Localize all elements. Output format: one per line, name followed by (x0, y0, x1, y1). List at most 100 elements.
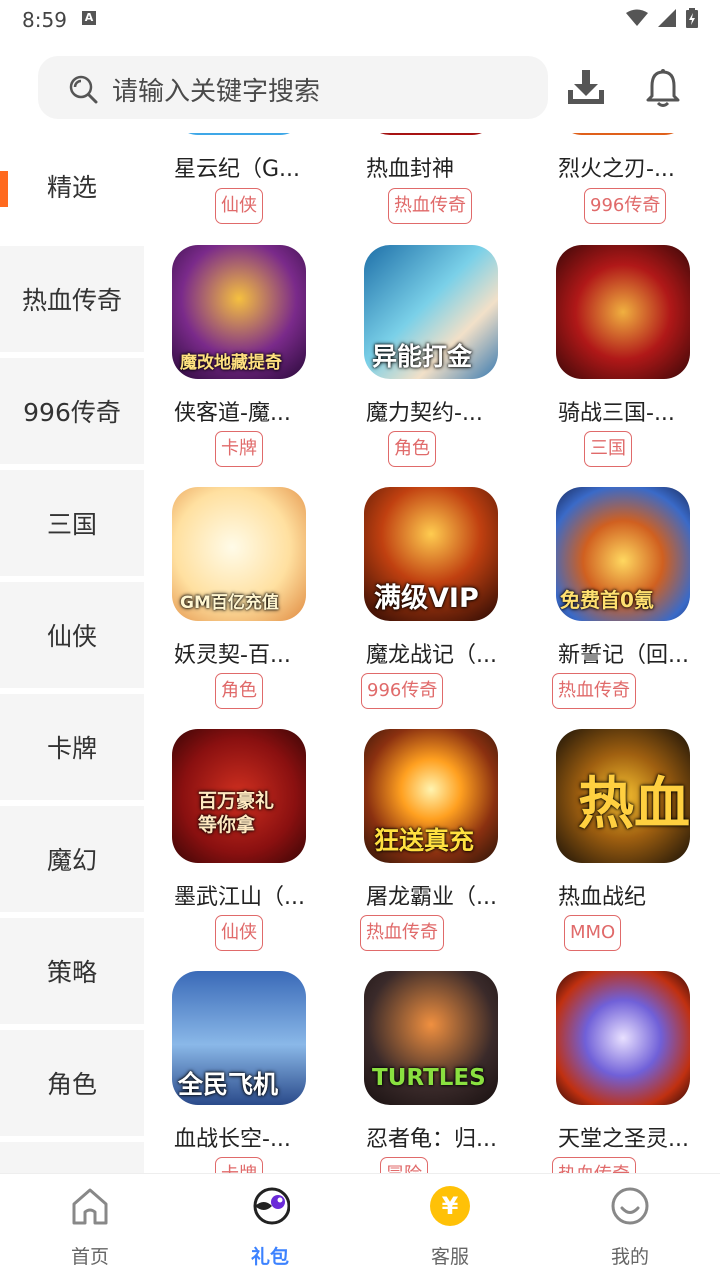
sidebar-item-label: 热血传奇 (21, 286, 122, 315)
game-icon-text: 魔改地藏提奇 (180, 353, 282, 373)
game-icon-text: TURTLES (372, 1065, 486, 1091)
game-icon: TURTLES (364, 971, 498, 1105)
game-icon-text: 全民飞机 (178, 1070, 279, 1099)
game-icon (172, 133, 306, 135)
game-icon-text: 免费首0氪 (560, 588, 654, 612)
sidebar-item-mohuan[interactable]: 魔幻 (0, 806, 144, 912)
game-icon-text: 百万豪礼等你拿 (198, 790, 275, 836)
tab-home[interactable]: 首页 (0, 1174, 180, 1281)
game-tag: 角色 (215, 673, 263, 709)
sidebar-item-more[interactable] (0, 1142, 144, 1173)
game-icon-text: 狂送真充 (374, 826, 475, 855)
game-icon: 百万豪礼等你拿 (172, 729, 306, 863)
game-icon-text: 异能打金 (372, 342, 473, 371)
game-tag: 仙侠 (215, 188, 263, 224)
status-bar: 8:59 A (0, 0, 720, 38)
smiley-face-icon (611, 1187, 649, 1225)
sidebar-item-celue[interactable]: 策略 (0, 918, 144, 1024)
game-icon-text: 热血 (578, 772, 690, 837)
game-name: 侠客道-魔... (174, 401, 291, 426)
sidebar-active-indicator (0, 171, 8, 207)
game-tag: 卡牌 (215, 431, 263, 467)
game-icon (556, 971, 690, 1105)
game-icon: 全民飞机 (172, 971, 306, 1105)
status-badge-icon: A (82, 11, 96, 25)
game-name: 热血战纪 (558, 885, 647, 910)
game-icon-text: GM百亿充值 (180, 593, 279, 613)
game-icon: GM百亿充值 (172, 487, 306, 621)
game-name: 魔力契约-... (366, 401, 483, 426)
game-name: 热血封神 (366, 157, 455, 182)
game-icon (364, 133, 498, 135)
game-icon (556, 245, 690, 379)
game-tag: 热血传奇 (388, 188, 472, 224)
home-icon (72, 1188, 108, 1225)
sidebar-item-featured[interactable]: 精选 (0, 133, 144, 239)
sidebar-item-label: 角色 (46, 1070, 97, 1099)
tab-gift[interactable]: 礼包 (180, 1174, 360, 1281)
status-indicators (626, 8, 698, 28)
sidebar-item-label: 仙侠 (46, 622, 97, 651)
game-icon: 狂送真充 (364, 729, 498, 863)
game-tag: 冒险 (380, 1157, 428, 1173)
tab-home-label: 首页 (70, 1246, 109, 1268)
sidebar-item-sanguo[interactable]: 三国 (0, 470, 144, 576)
game-name: 忍者龟：归... (366, 1127, 497, 1152)
sidebar-item-xianxia[interactable]: 仙侠 (0, 582, 144, 688)
sidebar-item-label: 三国 (46, 510, 97, 539)
game-name: 骑战三国-... (558, 401, 675, 426)
game-name: 新誓记（回... (558, 643, 689, 668)
game-icon: 满级VIP (364, 487, 498, 621)
sidebar-item-label: 996传奇 (23, 398, 121, 427)
category-sidebar: 精选 热血传奇 996传奇 三国 仙侠 卡牌 魔幻 策略 角色 (0, 133, 144, 1173)
sidebar-item-label: 魔幻 (46, 846, 97, 875)
game-name: 魔龙战记（... (366, 643, 497, 668)
signal-icon (658, 9, 676, 27)
sidebar-item-996-chuanqi[interactable]: 996传奇 (0, 358, 144, 464)
game-grid: 星云纪（G... 仙侠 热血封神 热血传奇 烈火之刃-... 996传奇 魔改地… (144, 133, 720, 1173)
game-tag: 三国 (584, 431, 632, 467)
sidebar-item-kapai[interactable]: 卡牌 (0, 694, 144, 800)
game-tag: 996传奇 (361, 673, 444, 709)
tab-mine[interactable]: 我的 (540, 1174, 720, 1281)
game-name: 烈火之刃-... (558, 157, 675, 182)
bottom-tab-bar: 首页 礼包 ¥ 客服 我的 (0, 1173, 720, 1281)
yuan-coin-icon: ¥ (430, 1186, 470, 1226)
sidebar-item-rexue-chuanqi[interactable]: 热血传奇 (0, 246, 144, 352)
game-name: 天堂之圣灵... (558, 1127, 689, 1152)
game-icon (556, 133, 690, 135)
download-icon[interactable] (566, 68, 606, 108)
gift-bag-icon (253, 1187, 290, 1225)
game-tag: 仙侠 (215, 915, 263, 951)
search-bar[interactable]: 请输入关键字搜索 (38, 56, 548, 119)
game-tag: 卡牌 (215, 1157, 263, 1173)
yuan-symbol: ¥ (441, 1192, 459, 1220)
game-tag: 热血传奇 (360, 915, 444, 951)
game-icon: 魔改地藏提奇 (172, 245, 306, 379)
tab-service-label: 客服 (430, 1246, 469, 1268)
status-time: 8:59 (22, 8, 67, 32)
game-icon: 免费首0氪 (556, 487, 690, 621)
game-name: 妖灵契-百... (174, 643, 291, 668)
game-tag: 热血传奇 (552, 673, 636, 709)
game-name: 墨武江山（... (174, 885, 305, 910)
search-input[interactable]: 请输入关键字搜索 (112, 71, 320, 108)
game-tag: 热血传奇 (552, 1157, 636, 1173)
sidebar-item-juese[interactable]: 角色 (0, 1030, 144, 1136)
game-name: 血战长空-... (174, 1127, 291, 1152)
tab-gift-label: 礼包 (250, 1246, 289, 1268)
game-tag: MMO (564, 915, 622, 951)
game-tag: 996传奇 (584, 188, 667, 224)
game-tag: 角色 (388, 431, 436, 467)
wifi-icon (626, 9, 648, 26)
tab-mine-label: 我的 (610, 1246, 649, 1268)
bell-icon[interactable] (643, 68, 683, 108)
search-icon (69, 75, 98, 104)
game-name: 屠龙霸业（... (366, 885, 497, 910)
sidebar-item-label: 策略 (46, 958, 97, 987)
tab-service[interactable]: ¥ 客服 (360, 1174, 540, 1281)
game-icon-text: 满级VIP (374, 583, 479, 614)
game-icon: 热血 (556, 729, 690, 863)
sidebar-item-label: 卡牌 (46, 734, 97, 763)
game-icon: 异能打金 (364, 245, 498, 379)
